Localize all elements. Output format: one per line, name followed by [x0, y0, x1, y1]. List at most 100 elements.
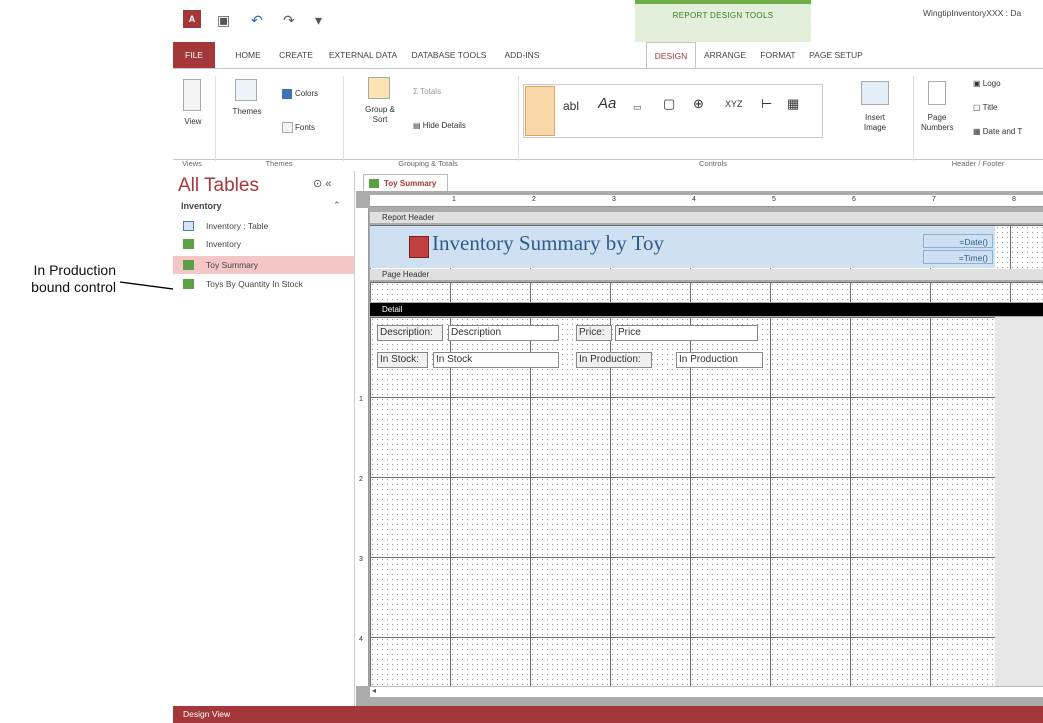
hyperlink-icon[interactable]: ⊕ — [693, 97, 704, 110]
description-textbox[interactable]: Description — [448, 325, 559, 341]
horizontal-ruler: 1 2 3 4 5 6 7 8 — [370, 195, 1043, 207]
undo-icon[interactable]: ↶ — [251, 12, 263, 29]
ruler-mark: 1 — [359, 396, 363, 403]
group-sort-button[interactable]: Group & Sort — [363, 105, 397, 125]
navigation-pane: All Tables ⊙ « Inventory ⌃ Inventory : T… — [173, 171, 355, 706]
section-label: Report Header — [382, 213, 435, 222]
page-header-grid — [370, 282, 1043, 302]
insert-image-icon[interactable] — [861, 81, 889, 105]
ruler-mark: 2 — [532, 196, 536, 203]
fonts-icon — [282, 122, 293, 133]
report-title[interactable]: Inventory Summary by Toy — [432, 231, 664, 256]
tab-control-icon[interactable]: ▢ — [663, 97, 675, 110]
combo-box-icon[interactable]: ▦ — [787, 97, 799, 110]
customize-icon[interactable]: ▾ — [315, 12, 322, 29]
select-pointer-icon[interactable] — [525, 86, 555, 136]
label-icon[interactable]: Aa — [598, 96, 616, 111]
design-background — [995, 317, 1043, 686]
option-group-icon[interactable]: XYZ — [725, 99, 743, 109]
nav-item-label: Toys By Quantity In Stock — [206, 279, 303, 289]
hide-details-button[interactable]: ▤ Hide Details — [413, 121, 466, 131]
context-tab-band: REPORT DESIGN TOOLS — [635, 0, 811, 42]
report-icon — [183, 239, 194, 249]
page-header-bar[interactable]: Page Header — [370, 269, 1043, 281]
time-textbox[interactable]: =Time() — [923, 250, 993, 264]
page-numbers-button[interactable]: Page Numbers — [921, 113, 953, 133]
nav-item-inventory-report[interactable]: Inventory — [173, 235, 354, 253]
save-icon[interactable]: ▣ — [217, 12, 230, 29]
tab-add-ins[interactable]: ADD-INS — [495, 42, 549, 68]
nav-item-label: Toy Summary — [206, 260, 258, 270]
hide-details-label: Hide Details — [422, 121, 466, 130]
title-label: Title — [982, 103, 998, 112]
date-time-label: Date and T — [982, 127, 1023, 136]
nav-menu-chevron-icon[interactable]: ⊙ « — [313, 177, 331, 190]
price-textbox[interactable]: Price — [615, 325, 758, 341]
ruler-mark: 8 — [1012, 196, 1016, 203]
view-button[interactable]: View — [177, 117, 209, 127]
collapse-group-icon[interactable]: ⌃ — [333, 200, 341, 211]
section-label: Page Header — [382, 270, 430, 279]
redo-icon[interactable]: ↷ — [283, 12, 295, 29]
logo-button[interactable]: ▣ Logo — [973, 79, 1001, 89]
document-tab-label: Toy Summary — [384, 179, 437, 188]
ribbon-separator — [215, 76, 216, 161]
date-textbox[interactable]: =Date() — [923, 234, 993, 248]
description-label[interactable]: Description: — [377, 325, 443, 341]
nav-group-header[interactable]: Inventory — [181, 201, 222, 211]
document-tab-toy-summary[interactable]: Toy Summary — [363, 174, 448, 191]
page-numbers-icon[interactable] — [928, 81, 946, 105]
ruler-mark: 4 — [359, 636, 363, 643]
nav-item-toys-by-quantity[interactable]: Toys By Quantity In Stock — [173, 275, 354, 293]
report-icon — [183, 260, 194, 270]
group-label-grouping: Grouping & Totals — [398, 159, 458, 168]
button-control-icon[interactable]: ▭ — [633, 102, 642, 112]
instock-textbox[interactable]: In Stock — [433, 352, 559, 368]
nav-item-inventory-table[interactable]: Inventory : Table — [173, 217, 354, 235]
section-label: Detail — [382, 305, 403, 314]
instock-label[interactable]: In Stock: — [377, 352, 428, 368]
logo-label: Logo — [982, 79, 1001, 88]
themes-icon[interactable] — [235, 79, 257, 101]
toy-image-icon[interactable] — [409, 236, 429, 258]
date-time-button[interactable]: ▦ Date and T — [973, 127, 1022, 137]
inproduction-textbox[interactable]: In Production — [676, 352, 763, 368]
ruler-mark: 7 — [932, 196, 936, 203]
nav-item-toy-summary[interactable]: Toy Summary — [173, 256, 354, 274]
detail-bar[interactable]: Detail — [370, 303, 1043, 317]
title-button[interactable]: ▢ Title — [973, 103, 997, 113]
totals-label: Totals — [420, 87, 442, 96]
tab-file[interactable]: FILE — [173, 42, 215, 68]
detail-grid — [370, 317, 995, 686]
colors-button[interactable]: Colors — [295, 89, 318, 99]
context-title: REPORT DESIGN TOOLS — [672, 11, 774, 20]
tab-external-data[interactable]: EXTERNAL DATA — [323, 42, 403, 68]
themes-button[interactable]: Themes — [225, 107, 269, 117]
report-header-bar[interactable]: Report Header — [370, 212, 1043, 224]
tab-format[interactable]: FORMAT — [753, 42, 803, 68]
fonts-button[interactable]: Fonts — [295, 123, 315, 133]
page-break-icon[interactable]: ⊢ — [761, 97, 772, 110]
horizontal-scrollbar[interactable]: ◂ — [370, 686, 1043, 697]
ruler-mark: 3 — [359, 556, 363, 563]
tab-create[interactable]: CREATE — [273, 42, 319, 68]
scroll-left-icon[interactable]: ◂ — [372, 686, 376, 695]
insert-image-button[interactable]: Insert Image — [858, 113, 892, 133]
totals-button[interactable]: Σ Totals — [413, 87, 441, 97]
tab-design[interactable]: DESIGN — [646, 42, 696, 69]
tab-database-tools[interactable]: DATABASE TOOLS — [405, 42, 493, 68]
textbox-icon[interactable]: abl — [563, 100, 579, 112]
tab-home[interactable]: HOME — [228, 42, 268, 68]
group-label-views: Views — [182, 159, 202, 168]
price-label[interactable]: Price: — [576, 325, 612, 341]
nav-title[interactable]: All Tables — [178, 175, 259, 197]
colors-icon — [282, 89, 292, 99]
tab-arrange[interactable]: ARRANGE — [699, 42, 751, 68]
inproduction-label[interactable]: In Production: — [576, 352, 652, 368]
view-icon[interactable] — [183, 79, 201, 111]
report-icon — [369, 179, 379, 188]
ruler-mark: 6 — [852, 196, 856, 203]
group-sort-icon[interactable] — [368, 77, 390, 99]
tab-page-setup[interactable]: PAGE SETUP — [803, 42, 869, 68]
ruler-mark: 2 — [359, 476, 363, 483]
